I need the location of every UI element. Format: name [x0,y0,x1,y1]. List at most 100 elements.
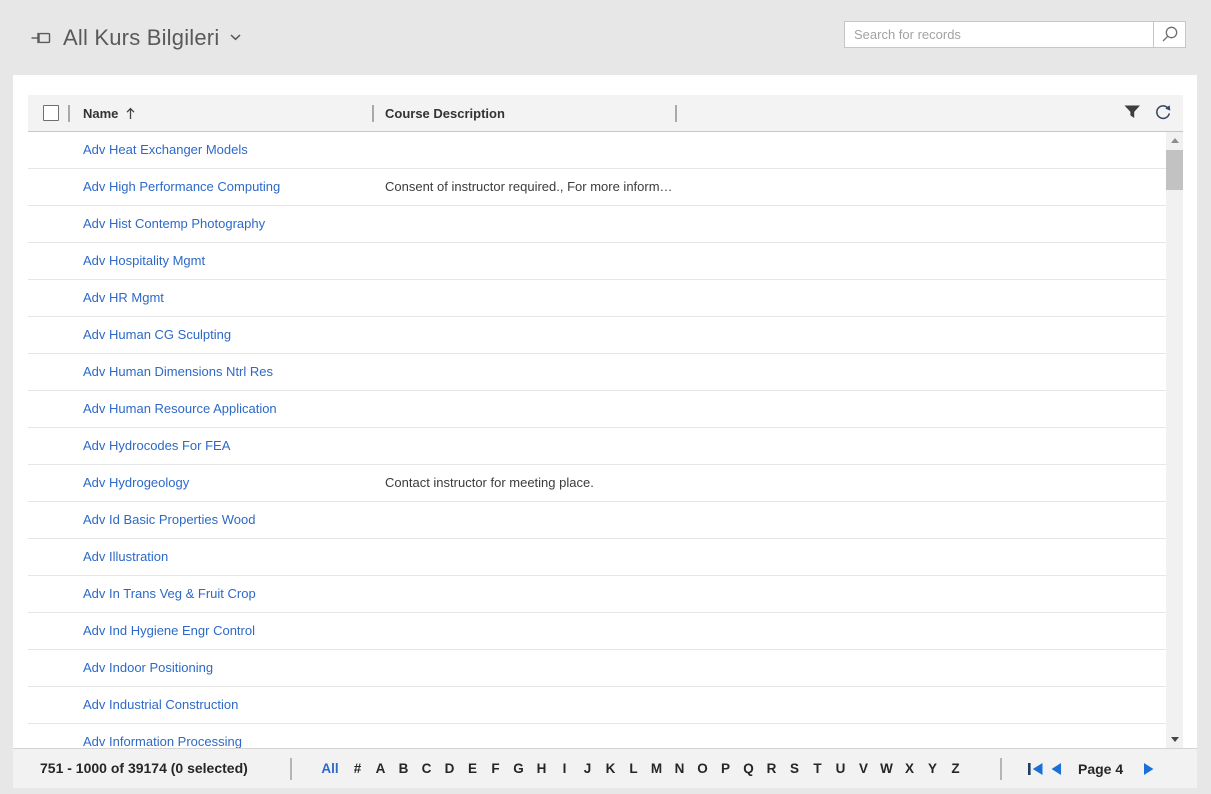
jump-letter[interactable]: W [875,761,898,776]
jump-letter[interactable]: C [415,761,438,776]
jump-letter[interactable]: F [484,761,507,776]
table-row[interactable]: Adv Ind Hygiene Engr Control [28,613,1183,650]
grid-rows: Adv Heat Exchanger Models Adv High Perfo… [28,132,1183,748]
jump-bar-letters: # A B C D E F G H I J K L M N O P Q R S T U V W X Y Z [346,761,967,776]
table-row[interactable]: Adv Indoor Positioning [28,650,1183,687]
app-window: All Kurs Bilgileri Search for records Na… [0,0,1211,794]
table-row[interactable]: Adv Hist Contemp Photography [28,206,1183,243]
row-name-link[interactable]: Adv Hydrogeology [83,465,189,501]
scrollbar-up-button[interactable] [1166,132,1183,149]
row-name-link[interactable]: Adv Human Dimensions Ntrl Res [83,354,273,390]
row-description: Contact instructor for meeting place. [385,475,594,490]
view-title[interactable]: All Kurs Bilgileri [63,25,219,51]
table-row[interactable]: Adv Hospitality Mgmt [28,243,1183,280]
row-description: Consent of instructor required., For mor… [385,179,673,194]
next-page-button[interactable] [1143,762,1154,776]
search-button[interactable] [1153,22,1185,47]
filter-icon[interactable] [1124,105,1141,119]
table-row[interactable]: Adv Human CG Sculpting [28,317,1183,354]
table-row[interactable]: Adv Human Resource Application [28,391,1183,428]
jump-letter[interactable]: V [852,761,875,776]
table-row[interactable]: Adv HR Mgmt [28,280,1183,317]
jump-letter[interactable]: R [760,761,783,776]
scrollbar-thumb[interactable] [1166,150,1183,190]
row-name-link[interactable]: Adv Human Resource Application [83,391,277,427]
search-box [844,21,1186,48]
triangle-up-icon [1170,138,1179,143]
row-name-link[interactable]: Adv HR Mgmt [83,280,164,316]
jump-letter[interactable]: # [346,761,369,776]
triangle-down-icon [1170,737,1179,742]
table-row[interactable]: Adv Id Basic Properties Wood [28,502,1183,539]
jump-letter[interactable]: B [392,761,415,776]
jump-letter[interactable]: T [806,761,829,776]
jump-letter[interactable]: Q [737,761,760,776]
table-row[interactable]: Adv Information Processing [28,724,1183,748]
jump-letter[interactable]: G [507,761,530,776]
column-divider [68,105,70,122]
jump-letter[interactable]: P [714,761,737,776]
jump-letter[interactable]: J [576,761,599,776]
table-row[interactable]: Adv Heat Exchanger Models [28,132,1183,169]
jump-letter[interactable]: K [599,761,622,776]
column-header-description[interactable]: Course Description [385,95,505,131]
grid-footer: 751 - 1000 of 39174 (0 selected) All # A B… [13,748,1197,788]
grid-header: Name Course Description [28,95,1183,132]
row-name-link[interactable]: Adv Ind Hygiene Engr Control [83,613,255,649]
jump-bar-all[interactable]: All [314,761,346,776]
jump-letter[interactable]: Z [944,761,967,776]
jump-letter[interactable]: E [461,761,484,776]
row-name-link[interactable]: Adv Industrial Construction [83,687,238,723]
search-icon [1160,25,1179,44]
refresh-icon[interactable] [1154,104,1172,122]
jump-letter[interactable]: U [829,761,852,776]
previous-page-button[interactable] [1051,762,1062,776]
table-row[interactable]: Adv Human Dimensions Ntrl Res [28,354,1183,391]
scrollbar-down-button[interactable] [1166,731,1183,748]
table-row[interactable]: Adv In Trans Veg & Fruit Crop [28,576,1183,613]
column-header-name-label: Name [83,105,119,121]
grid-body: Adv Heat Exchanger Models Adv High Perfo… [28,132,1183,748]
row-name-link[interactable]: Adv In Trans Veg & Fruit Crop [83,576,256,612]
jump-letter[interactable]: O [691,761,714,776]
row-name-link[interactable]: Adv Hospitality Mgmt [83,243,205,279]
jump-letter[interactable]: Y [921,761,944,776]
jump-letter[interactable]: A [369,761,392,776]
table-row[interactable]: Adv Hydrocodes For FEA [28,428,1183,465]
row-name-link[interactable]: Adv Indoor Positioning [83,650,213,686]
footer-divider [290,758,292,780]
record-count: 751 - 1000 of 39174 (0 selected) [40,760,248,776]
pin-view-icon[interactable] [30,28,52,48]
row-name-link[interactable]: Adv Illustration [83,539,168,575]
row-name-link[interactable]: Adv Hydrocodes For FEA [83,428,230,464]
table-row[interactable]: Adv High Performance Computing Consent o… [28,169,1183,206]
row-name-link[interactable]: Adv Hist Contemp Photography [83,206,265,242]
jump-letter[interactable]: S [783,761,806,776]
table-row[interactable]: Adv Industrial Construction [28,687,1183,724]
row-name-link[interactable]: Adv Human CG Sculpting [83,317,231,353]
jump-letter[interactable]: X [898,761,921,776]
row-name-link[interactable]: Adv Heat Exchanger Models [83,132,248,168]
select-all-checkbox[interactable] [43,105,59,121]
jump-letter[interactable]: D [438,761,461,776]
first-page-button[interactable] [1027,762,1044,776]
jump-letter[interactable]: I [553,761,576,776]
row-name-link[interactable]: Adv High Performance Computing [83,169,280,205]
column-header-name[interactable]: Name [83,95,136,131]
sort-ascending-icon [125,107,136,120]
table-row[interactable]: Adv Illustration [28,539,1183,576]
column-divider [675,105,677,122]
view-selector[interactable]: All Kurs Bilgileri [30,0,241,75]
jump-letter[interactable]: L [622,761,645,776]
jump-letter[interactable]: H [530,761,553,776]
jump-letter[interactable]: N [668,761,691,776]
table-row[interactable]: Adv Hydrogeology Contact instructor for … [28,465,1183,502]
row-name-link[interactable]: Adv Id Basic Properties Wood [83,502,255,538]
vertical-scrollbar[interactable] [1166,132,1183,748]
search-input[interactable] [845,22,1153,47]
row-name-link[interactable]: Adv Information Processing [83,724,242,748]
chevron-down-icon[interactable] [230,34,241,41]
page-navigation: Page 4 [1027,749,1154,788]
jump-letter[interactable]: M [645,761,668,776]
column-divider [372,105,374,122]
